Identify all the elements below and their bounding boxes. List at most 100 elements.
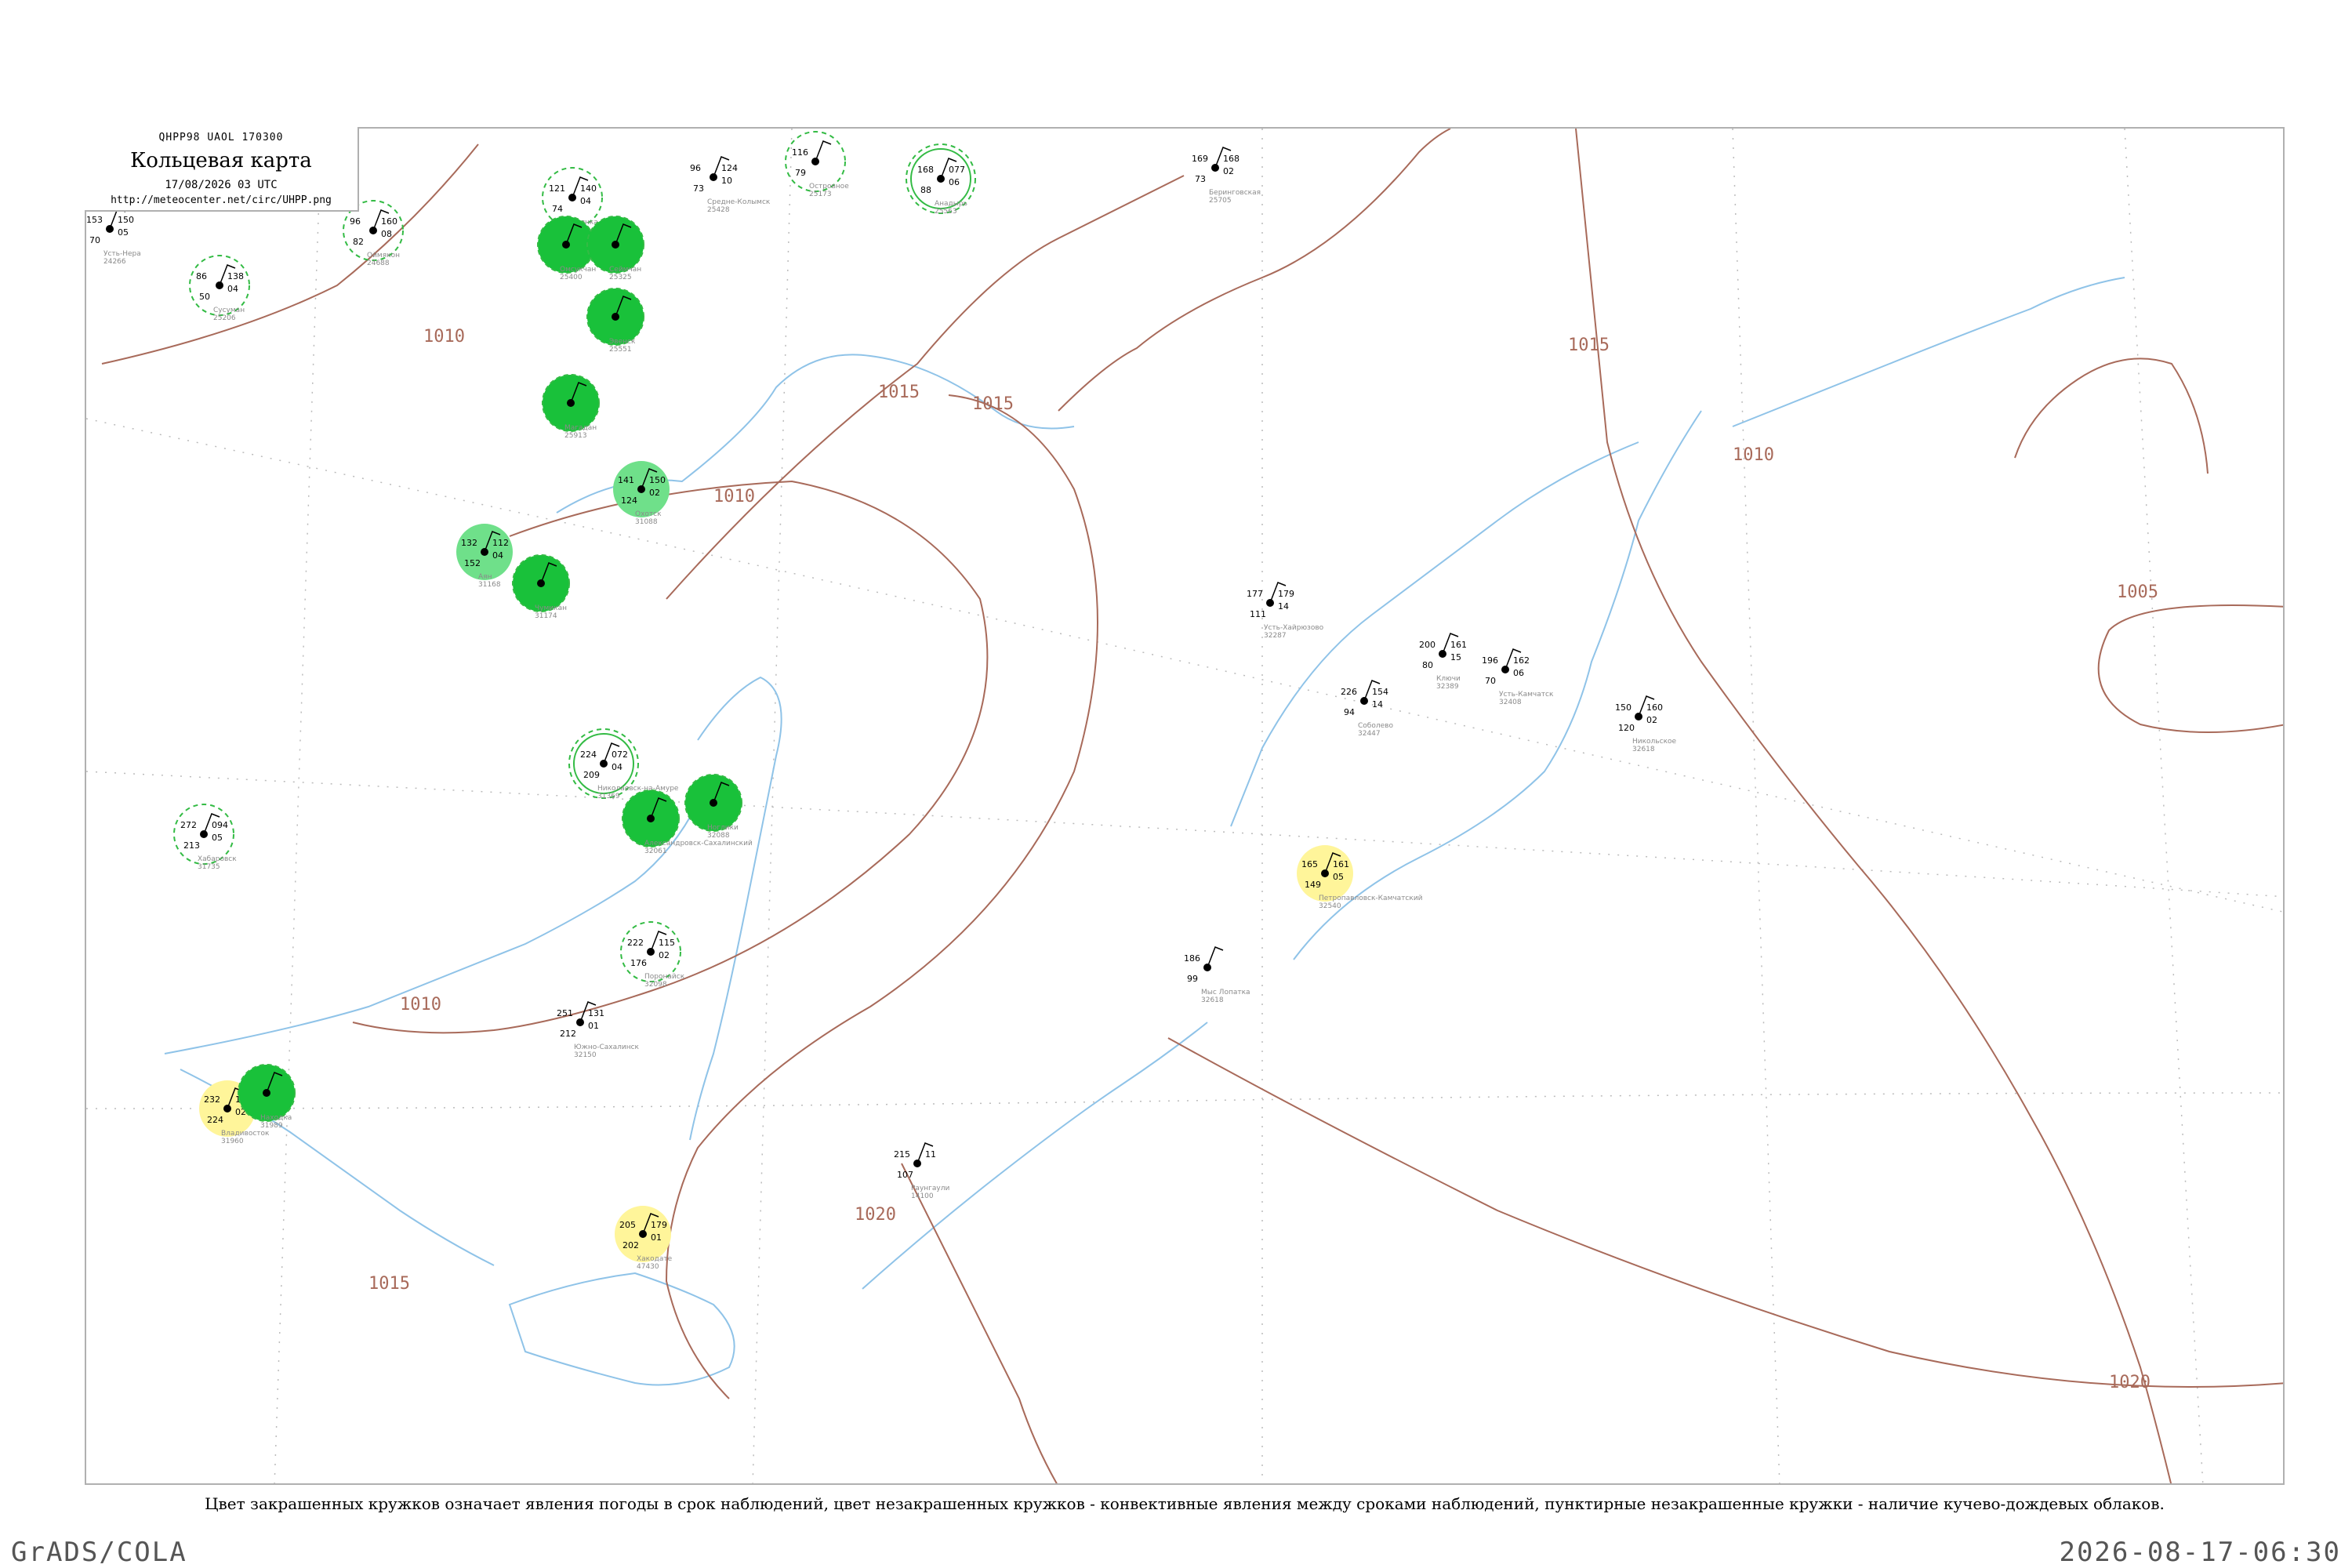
svg-text:01: 01 bbox=[588, 1021, 599, 1031]
svg-text:111: 111 bbox=[1250, 609, 1266, 619]
svg-text:077: 077 bbox=[949, 165, 965, 175]
svg-text:47430: 47430 bbox=[637, 1263, 659, 1271]
svg-text:Владивосток: Владивосток bbox=[221, 1130, 270, 1138]
svg-text:224: 224 bbox=[580, 750, 597, 760]
station-plot[interactable]: Чумикан31174 bbox=[512, 554, 570, 620]
svg-text:169: 169 bbox=[1192, 154, 1208, 164]
station-plot[interactable]: 186 99Мыс Лопатка32618 bbox=[1184, 946, 1250, 1004]
svg-text:14100: 14100 bbox=[911, 1192, 934, 1200]
sakhalin-island bbox=[689, 676, 782, 1141]
svg-text:154: 154 bbox=[1372, 687, 1388, 697]
station-plot[interactable]: Омсукчан25400 bbox=[537, 216, 596, 281]
svg-text:160: 160 bbox=[1646, 702, 1663, 713]
svg-text:86: 86 bbox=[196, 271, 207, 281]
map-title: Кольцевая карта bbox=[130, 149, 312, 172]
station-plot[interactable]: Эвенск25551 bbox=[586, 288, 644, 354]
svg-text:31369: 31369 bbox=[597, 793, 620, 800]
station-plot[interactable]: 169 73 168 02 Беринговская25705 bbox=[1192, 147, 1261, 205]
isobar-label: 1010 bbox=[423, 327, 465, 347]
station-plot[interactable]: 168 88 077 06 Анадырь25563 bbox=[906, 143, 976, 216]
svg-text:24688: 24688 bbox=[367, 260, 390, 267]
svg-text:212: 212 bbox=[560, 1029, 576, 1039]
svg-text:115: 115 bbox=[659, 938, 675, 948]
station-plot[interactable]: 205 202 179 01 Хакодате47430 bbox=[615, 1206, 673, 1271]
station-plot[interactable]: 226 94 154 14 Соболево32447 bbox=[1341, 680, 1393, 738]
isobar-1015-a bbox=[666, 175, 1185, 600]
svg-text:74: 74 bbox=[552, 204, 563, 214]
svg-text:50: 50 bbox=[199, 292, 210, 302]
station-plot[interactable]: 215 107 11 Раунгаули14100 bbox=[894, 1142, 949, 1200]
svg-text:31168: 31168 bbox=[478, 581, 501, 589]
svg-text:120: 120 bbox=[1618, 723, 1635, 733]
station-plot[interactable]: 272 213 094 05 Хабаровск31735 bbox=[173, 804, 237, 871]
svg-text:124: 124 bbox=[721, 163, 738, 173]
svg-text:186: 186 bbox=[1184, 953, 1200, 964]
svg-text:70: 70 bbox=[1485, 676, 1496, 686]
source-url[interactable]: http://meteocenter.net/circ/UHPP.png bbox=[85, 194, 358, 206]
svg-text:140: 140 bbox=[580, 183, 597, 194]
svg-text:153: 153 bbox=[86, 215, 103, 225]
isobar-label: 1015 bbox=[972, 394, 1014, 414]
map-date: 17/08/2026 03 UTC bbox=[165, 179, 278, 191]
svg-text:Раунгаули: Раунгаули bbox=[911, 1185, 949, 1192]
station-plot[interactable]: 153 70 150 05 Усть-Нера24266 bbox=[86, 208, 141, 266]
station-plot[interactable]: 141 124 150 02 Охотск31088 bbox=[613, 461, 670, 526]
svg-text:Охотск: Охотск bbox=[635, 510, 662, 518]
svg-text:82: 82 bbox=[353, 237, 364, 247]
svg-text:25705: 25705 bbox=[1209, 197, 1232, 205]
amur-river bbox=[164, 802, 699, 1054]
svg-text:Островное: Островное bbox=[809, 183, 849, 191]
svg-text:32287: 32287 bbox=[1264, 632, 1287, 640]
svg-text:168: 168 bbox=[917, 165, 934, 175]
svg-text:Александровск-Сахалинский: Александровск-Сахалинский bbox=[644, 840, 753, 848]
station-plot[interactable]: 177 111 179 14 Усть-Хайрюзово32287 bbox=[1247, 582, 1324, 640]
svg-text:32389: 32389 bbox=[1436, 683, 1459, 691]
svg-text:116: 116 bbox=[792, 147, 808, 158]
svg-text:138: 138 bbox=[227, 271, 244, 281]
station-plot[interactable]: 165 149 161 05 Петропавловск-Камчатский32540 bbox=[1297, 845, 1423, 910]
svg-text:Усть-Камчатск: Усть-Камчатск bbox=[1499, 691, 1554, 699]
svg-text:14: 14 bbox=[1372, 699, 1383, 710]
station-plot[interactable]: 222 176 115 02 Поронайск32098 bbox=[620, 921, 685, 989]
svg-text:Ключи: Ключи bbox=[1436, 675, 1461, 683]
station-plot[interactable]: 224 209 072 04 Николаевск-на-Амуре31369 bbox=[568, 728, 679, 800]
svg-text:08: 08 bbox=[381, 229, 392, 239]
svg-text:131: 131 bbox=[588, 1008, 604, 1018]
svg-text:Находка: Находка bbox=[260, 1114, 292, 1122]
svg-text:32088: 32088 bbox=[707, 832, 730, 840]
station-plot[interactable]: 200 80 161 15 Ключи32389 bbox=[1419, 633, 1467, 691]
station-plot[interactable]: 116 79Островное25173 bbox=[785, 131, 849, 198]
svg-text:94: 94 bbox=[1344, 707, 1355, 717]
svg-text:176: 176 bbox=[630, 958, 647, 968]
svg-text:Никольское: Никольское bbox=[1632, 738, 1677, 746]
footer-timestamp: 2026-08-17-06:30 bbox=[2059, 1537, 2341, 1568]
svg-text:Магадан: Магадан bbox=[564, 424, 597, 432]
svg-text:25206: 25206 bbox=[213, 314, 236, 322]
station-plot[interactable]: 150 120 160 02 Никольское32618 bbox=[1615, 695, 1677, 753]
svg-text:224: 224 bbox=[207, 1115, 223, 1125]
isobar-1010-b bbox=[352, 480, 989, 1034]
svg-text:32618: 32618 bbox=[1201, 996, 1224, 1004]
station-plot[interactable]: 196 70 162 06 Усть-Камчатск32408 bbox=[1482, 648, 1554, 706]
isobar-label: 1010 bbox=[1733, 445, 1774, 465]
isobar-1015-c bbox=[1058, 129, 1451, 412]
weather-map[interactable]: 1010 1015 1015 1010 1015 1010 1020 1005 … bbox=[86, 129, 2285, 1485]
svg-text:177: 177 bbox=[1247, 589, 1263, 599]
svg-text:73: 73 bbox=[693, 183, 704, 194]
station-plot[interactable]: 86 50 138 04 Сусуман25206 bbox=[189, 255, 250, 322]
svg-text:094: 094 bbox=[212, 820, 228, 830]
svg-text:14: 14 bbox=[1278, 601, 1289, 612]
station-plot[interactable]: Ноглики32088 bbox=[684, 774, 742, 840]
svg-text:213: 213 bbox=[183, 840, 200, 851]
station-plot[interactable]: 251 212 131 01 Южно-Сахалинск32150 bbox=[557, 1001, 640, 1059]
svg-text:168: 168 bbox=[1223, 154, 1240, 164]
title-box: QHPP98 UAOL 170300 Кольцевая карта 17/08… bbox=[85, 127, 359, 212]
svg-text:31174: 31174 bbox=[535, 612, 557, 620]
svg-text:150: 150 bbox=[649, 475, 666, 485]
svg-text:25913: 25913 bbox=[564, 432, 587, 440]
svg-text:232: 232 bbox=[204, 1094, 220, 1105]
station-plot[interactable]: 132 152 112 04 Аян31168 bbox=[456, 524, 513, 589]
station-plot[interactable]: Магадан25913 bbox=[542, 374, 600, 440]
svg-text:202: 202 bbox=[622, 1240, 639, 1250]
station-plot[interactable]: 96 73 124 10 Средне-Колымск25428 bbox=[690, 156, 771, 214]
